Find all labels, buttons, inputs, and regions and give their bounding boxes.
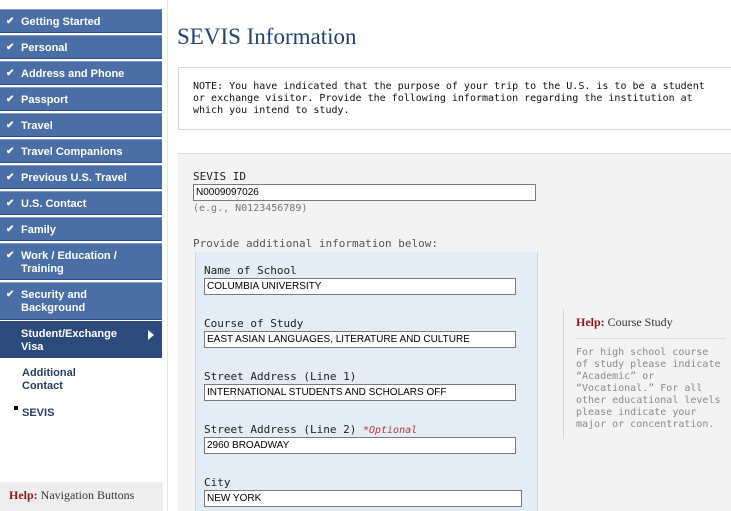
sidebar-subitem-additional-contact[interactable]: Additional Contact <box>22 367 102 393</box>
street-address-1-input[interactable] <box>204 384 516 401</box>
check-icon: ✔ <box>6 94 15 105</box>
bullet-icon <box>14 406 18 410</box>
divider <box>576 338 726 339</box>
sidebar-item-work-education-training[interactable]: ✔ Work / Education / Training <box>0 243 162 280</box>
sidebar-item-family[interactable]: ✔ Family <box>0 217 162 241</box>
sidebar-nav: ✔ Getting Started ✔ Personal ✔ Address a… <box>0 0 168 511</box>
optional-tag: *Optional <box>362 425 418 436</box>
sidebar-item-travel-companions[interactable]: ✔ Travel Companions <box>0 139 162 163</box>
school-name-label: Name of School <box>204 264 297 277</box>
sidebar-item-label: U.S. Contact <box>21 198 87 210</box>
course-of-study-label: Course of Study <box>204 317 304 330</box>
sidebar-item-label: Family <box>21 224 56 236</box>
street-address-2-label-text: Street Address (Line 2) <box>204 423 357 436</box>
city-label: City <box>204 476 231 489</box>
course-of-study-input[interactable] <box>204 331 516 348</box>
help-course-study-text: For high school course of study please i… <box>576 347 721 430</box>
sidebar-subitem-sevis[interactable]: SEVIS <box>22 407 54 420</box>
help-course-study-title[interactable]: Help: Course Study <box>576 315 723 330</box>
sidebar-item-label: Address and Phone <box>21 68 125 80</box>
street-address-2-label: Street Address (Line 2) *Optional <box>204 423 417 436</box>
city-input[interactable] <box>204 490 522 507</box>
arrow-right-icon <box>148 330 154 340</box>
sidebar-item-getting-started[interactable]: ✔ Getting Started <box>0 9 162 33</box>
check-icon: ✔ <box>6 289 15 300</box>
sidebar-item-travel[interactable]: ✔ Travel <box>0 113 162 137</box>
help-navigation-buttons[interactable]: Help: Navigation Buttons <box>0 482 163 511</box>
help-title: Navigation Buttons <box>40 488 135 502</box>
check-icon: ✔ <box>6 120 15 131</box>
sidebar-item-label: Passport <box>21 94 69 106</box>
additional-info-prompt: Provide additional information below: <box>193 237 439 250</box>
sidebar-item-label: Previous U.S. Travel <box>21 172 127 184</box>
note-text: NOTE: You have indicated that the purpos… <box>193 81 705 116</box>
check-icon: ✔ <box>6 42 15 53</box>
help-prefix: Help: <box>9 488 38 502</box>
page-title: SEVIS Information <box>177 24 357 49</box>
sidebar-item-label: Personal <box>21 42 68 54</box>
sidebar-item-passport[interactable]: ✔ Passport <box>0 87 162 111</box>
street-address-2-input[interactable] <box>204 437 516 454</box>
sidebar-item-label: Getting Started <box>21 16 101 28</box>
sevis-id-label: SEVIS ID <box>193 170 246 183</box>
check-icon: ✔ <box>6 16 15 27</box>
sidebar-item-student-exchange-visa[interactable]: Student/Exchange Visa <box>0 321 162 358</box>
sidebar-item-label: Security and Background <box>21 289 88 314</box>
sidebar-item-label: Travel Companions <box>21 146 123 158</box>
check-icon: ✔ <box>6 224 15 235</box>
sidebar-item-security-and-background[interactable]: ✔ Security and Background <box>0 282 162 320</box>
sidebar-item-us-contact[interactable]: ✔ U.S. Contact <box>0 191 162 215</box>
help-prefix: Help: <box>576 315 605 329</box>
check-icon: ✔ <box>6 198 15 209</box>
sidebar-item-label: Student/Exchange Visa <box>21 328 117 353</box>
note-box: NOTE: You have indicated that the purpos… <box>178 67 731 130</box>
sidebar-item-label: Work / Education / Training <box>21 250 117 275</box>
sidebar-item-previous-us-travel[interactable]: ✔ Previous U.S. Travel <box>0 165 162 189</box>
help-title: Course Study <box>607 315 673 329</box>
sidebar-item-personal[interactable]: ✔ Personal <box>0 35 162 59</box>
check-icon: ✔ <box>6 146 15 157</box>
check-icon: ✔ <box>6 250 15 261</box>
help-course-study: Help: Course Study For high school cours… <box>563 309 726 439</box>
sevis-id-input[interactable] <box>193 184 536 201</box>
sidebar-item-label: Travel <box>21 120 53 132</box>
sidebar-item-address-and-phone[interactable]: ✔ Address and Phone <box>0 61 162 85</box>
check-icon: ✔ <box>6 68 15 79</box>
school-name-input[interactable] <box>204 278 516 295</box>
sevis-id-hint: (e.g., N0123456789) <box>193 203 308 214</box>
check-icon: ✔ <box>6 172 15 183</box>
street-address-1-label: Street Address (Line 1) <box>204 370 357 383</box>
